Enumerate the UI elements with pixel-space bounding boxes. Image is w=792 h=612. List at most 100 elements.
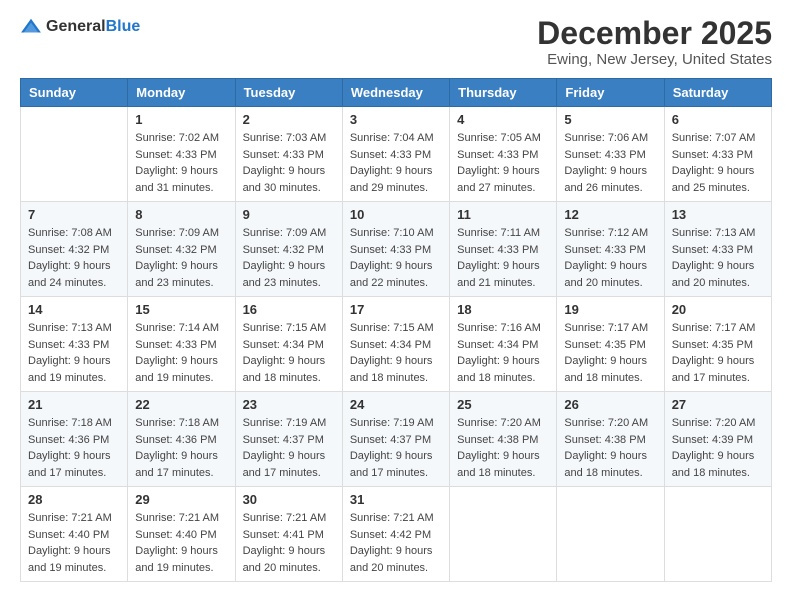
day-number: 13 — [672, 207, 764, 222]
day-number: 29 — [135, 492, 227, 507]
calendar-cell: 25Sunrise: 7:20 AMSunset: 4:38 PMDayligh… — [450, 392, 557, 487]
calendar-cell: 10Sunrise: 7:10 AMSunset: 4:33 PMDayligh… — [342, 202, 449, 297]
day-number: 7 — [28, 207, 120, 222]
day-detail: Sunrise: 7:12 AMSunset: 4:33 PMDaylight:… — [564, 225, 656, 291]
calendar-cell: 7 Sunrise: 7:08 AMSunset: 4:32 PMDaylight… — [21, 202, 128, 297]
calendar-cell: 24 Sunrise: 7:19 AMSunset: 4:37 PMDayligh… — [342, 392, 449, 487]
day-number: 28 — [28, 492, 120, 507]
col-tuesday: Tuesday — [235, 79, 342, 107]
day-detail: Sunrise: 7:06 AMSunset: 4:33 PMDaylight:… — [564, 130, 656, 196]
calendar-cell — [557, 487, 664, 582]
calendar-cell: 21 Sunrise: 7:18 AMSunset: 4:36 PMDayligh… — [21, 392, 128, 487]
day-detail: Sunrise: 7:13 AMSunset: 4:33 PMDaylight:… — [28, 320, 120, 386]
calendar-cell: 20Sunrise: 7:17 AMSunset: 4:35 PMDayligh… — [664, 297, 771, 392]
col-thursday: Thursday — [450, 79, 557, 107]
day-detail: Sunrise: 7:04 AMSunset: 4:33 PMDaylight:… — [350, 130, 442, 196]
calendar-cell: 16 Sunrise: 7:15 AMSunset: 4:34 PMDayligh… — [235, 297, 342, 392]
day-detail: Sunrise: 7:15 AMSunset: 4:34 PMDaylight:… — [243, 320, 335, 386]
calendar-week-row-2: 14 Sunrise: 7:13 AMSunset: 4:33 PMDayligh… — [21, 297, 772, 392]
day-number: 18 — [457, 302, 549, 317]
day-number: 1 — [135, 112, 227, 127]
calendar-cell: 9Sunrise: 7:09 AMSunset: 4:32 PMDaylight… — [235, 202, 342, 297]
day-detail: Sunrise: 7:03 AMSunset: 4:33 PMDaylight:… — [243, 130, 335, 196]
calendar-cell: 26 Sunrise: 7:20 AMSunset: 4:38 PMDayligh… — [557, 392, 664, 487]
day-number: 15 — [135, 302, 227, 317]
calendar-cell: 6 Sunrise: 7:07 AMSunset: 4:33 PMDaylight… — [664, 107, 771, 202]
calendar-cell: 4 Sunrise: 7:05 AMSunset: 4:33 PMDaylight… — [450, 107, 557, 202]
day-number: 5 — [564, 112, 656, 127]
day-number: 19 — [564, 302, 656, 317]
calendar-cell: 29 Sunrise: 7:21 AMSunset: 4:40 PMDayligh… — [128, 487, 235, 582]
calendar-cell: 27Sunrise: 7:20 AMSunset: 4:39 PMDayligh… — [664, 392, 771, 487]
day-detail: Sunrise: 7:11 AMSunset: 4:33 PMDaylight:… — [457, 225, 549, 291]
logo-blue: Blue — [106, 18, 141, 35]
page-title: December 2025 — [537, 16, 772, 51]
day-number: 26 — [564, 397, 656, 412]
logo: GeneralBlue — [20, 16, 140, 38]
day-number: 3 — [350, 112, 442, 127]
day-detail: Sunrise: 7:07 AMSunset: 4:33 PMDaylight:… — [672, 130, 764, 196]
day-number: 21 — [28, 397, 120, 412]
day-detail: Sunrise: 7:02 AMSunset: 4:33 PMDaylight:… — [135, 130, 227, 196]
calendar-week-row-1: 7 Sunrise: 7:08 AMSunset: 4:32 PMDaylight… — [21, 202, 772, 297]
calendar-cell: 3 Sunrise: 7:04 AMSunset: 4:33 PMDaylight… — [342, 107, 449, 202]
day-detail: Sunrise: 7:14 AMSunset: 4:33 PMDaylight:… — [135, 320, 227, 386]
day-detail: Sunrise: 7:16 AMSunset: 4:34 PMDaylight:… — [457, 320, 549, 386]
day-detail: Sunrise: 7:19 AMSunset: 4:37 PMDaylight:… — [243, 415, 335, 481]
title-area: December 2025 Ewing, New Jersey, United … — [537, 16, 772, 68]
day-detail: Sunrise: 7:10 AMSunset: 4:33 PMDaylight:… — [350, 225, 442, 291]
day-number: 6 — [672, 112, 764, 127]
day-detail: Sunrise: 7:19 AMSunset: 4:37 PMDaylight:… — [350, 415, 442, 481]
col-saturday: Saturday — [664, 79, 771, 107]
calendar-cell: 14 Sunrise: 7:13 AMSunset: 4:33 PMDayligh… — [21, 297, 128, 392]
day-number: 16 — [243, 302, 335, 317]
col-sunday: Sunday — [21, 79, 128, 107]
calendar-cell: 28 Sunrise: 7:21 AMSunset: 4:40 PMDayligh… — [21, 487, 128, 582]
calendar-cell: 18 Sunrise: 7:16 AMSunset: 4:34 PMDayligh… — [450, 297, 557, 392]
day-detail: Sunrise: 7:20 AMSunset: 4:38 PMDaylight:… — [457, 415, 549, 481]
day-number: 22 — [135, 397, 227, 412]
calendar-cell: 8 Sunrise: 7:09 AMSunset: 4:32 PMDaylight… — [128, 202, 235, 297]
calendar-cell: 15 Sunrise: 7:14 AMSunset: 4:33 PMDayligh… — [128, 297, 235, 392]
calendar-cell: 31Sunrise: 7:21 AMSunset: 4:42 PMDayligh… — [342, 487, 449, 582]
day-number: 14 — [28, 302, 120, 317]
logo-general: General — [46, 18, 106, 35]
calendar-table: Sunday Monday Tuesday Wednesday Thursday… — [20, 78, 772, 582]
day-number: 27 — [672, 397, 764, 412]
calendar-cell: 1 Sunrise: 7:02 AMSunset: 4:33 PMDaylight… — [128, 107, 235, 202]
day-number: 4 — [457, 112, 549, 127]
calendar-cell: 11Sunrise: 7:11 AMSunset: 4:33 PMDayligh… — [450, 202, 557, 297]
page-header: GeneralBlue December 2025 Ewing, New Jer… — [20, 16, 772, 68]
col-friday: Friday — [557, 79, 664, 107]
day-number: 20 — [672, 302, 764, 317]
day-detail: Sunrise: 7:13 AMSunset: 4:33 PMDaylight:… — [672, 225, 764, 291]
col-wednesday: Wednesday — [342, 79, 449, 107]
day-detail: Sunrise: 7:05 AMSunset: 4:33 PMDaylight:… — [457, 130, 549, 196]
day-detail: Sunrise: 7:15 AMSunset: 4:34 PMDaylight:… — [350, 320, 442, 386]
day-number: 12 — [564, 207, 656, 222]
day-number: 24 — [350, 397, 442, 412]
day-detail: Sunrise: 7:21 AMSunset: 4:40 PMDaylight:… — [135, 510, 227, 576]
calendar-header-row: Sunday Monday Tuesday Wednesday Thursday… — [21, 79, 772, 107]
calendar-cell: 23 Sunrise: 7:19 AMSunset: 4:37 PMDayligh… — [235, 392, 342, 487]
day-number: 8 — [135, 207, 227, 222]
calendar-cell — [21, 107, 128, 202]
calendar-cell: 17Sunrise: 7:15 AMSunset: 4:34 PMDayligh… — [342, 297, 449, 392]
day-number: 2 — [243, 112, 335, 127]
day-detail: Sunrise: 7:17 AMSunset: 4:35 PMDaylight:… — [564, 320, 656, 386]
day-detail: Sunrise: 7:21 AMSunset: 4:41 PMDaylight:… — [243, 510, 335, 576]
day-detail: Sunrise: 7:20 AMSunset: 4:38 PMDaylight:… — [564, 415, 656, 481]
day-detail: Sunrise: 7:21 AMSunset: 4:40 PMDaylight:… — [28, 510, 120, 576]
day-number: 30 — [243, 492, 335, 507]
day-detail: Sunrise: 7:08 AMSunset: 4:32 PMDaylight:… — [28, 225, 120, 291]
day-detail: Sunrise: 7:21 AMSunset: 4:42 PMDaylight:… — [350, 510, 442, 576]
calendar-cell: 30 Sunrise: 7:21 AMSunset: 4:41 PMDayligh… — [235, 487, 342, 582]
calendar-week-row-0: 1 Sunrise: 7:02 AMSunset: 4:33 PMDaylight… — [21, 107, 772, 202]
day-detail: Sunrise: 7:18 AMSunset: 4:36 PMDaylight:… — [28, 415, 120, 481]
calendar-cell — [664, 487, 771, 582]
day-number: 9 — [243, 207, 335, 222]
day-detail: Sunrise: 7:18 AMSunset: 4:36 PMDaylight:… — [135, 415, 227, 481]
logo-icon — [20, 16, 42, 38]
day-number: 23 — [243, 397, 335, 412]
day-detail: Sunrise: 7:09 AMSunset: 4:32 PMDaylight:… — [135, 225, 227, 291]
